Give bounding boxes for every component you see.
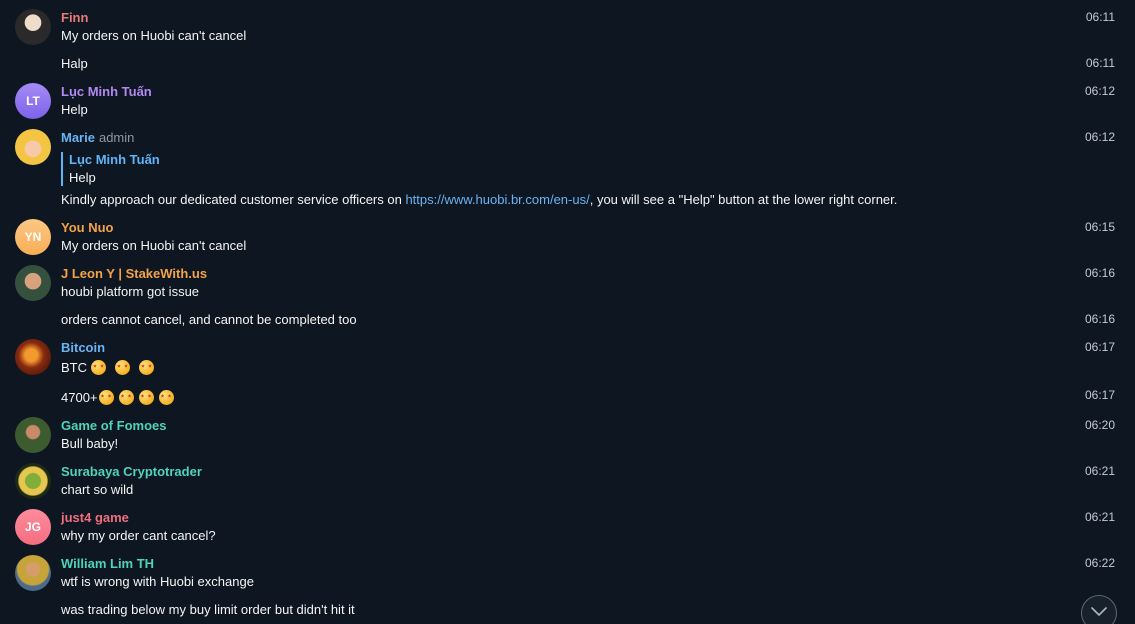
timestamp: 06:21 — [1084, 464, 1115, 478]
timestamp: 06:11 — [1085, 10, 1115, 24]
avatar[interactable] — [15, 265, 51, 301]
message-text: BTC — [61, 360, 154, 376]
avatar[interactable] — [15, 463, 51, 499]
message-text: Kindly approach our dedicated customer s… — [61, 192, 897, 208]
star-struck-emoji-icon — [98, 390, 114, 405]
message-text: 4700+ — [61, 390, 174, 406]
timestamp: 06:12 — [1084, 130, 1115, 144]
message-text: chart so wild — [61, 482, 134, 497]
star-struck-emoji-icon — [139, 360, 154, 375]
star-struck-emoji-icon — [138, 390, 154, 405]
message-text-part: , you will see a "Help" button at the lo… — [589, 192, 898, 207]
timestamp: 06:11 — [1085, 56, 1115, 70]
sender-name[interactable]: just4 game — [61, 510, 129, 526]
timestamp: 06:15 — [1084, 220, 1115, 234]
timestamp: 06:17 — [1084, 340, 1115, 354]
message-text: why my order cant cancel? — [61, 528, 216, 543]
message-text: Help — [61, 102, 88, 117]
message-text: Halp — [61, 56, 88, 71]
avatar[interactable]: YN — [15, 219, 51, 255]
sender-name[interactable]: Bitcoin — [61, 340, 105, 356]
message-text-part: BTC — [61, 360, 87, 375]
chat-history[interactable]: Finn My orders on Huobi can't cancel 06:… — [0, 0, 1135, 624]
sender-name[interactable]: J Leon Y | StakeWith.us — [61, 266, 207, 282]
timestamp: 06:12 — [1084, 84, 1115, 98]
avatar[interactable]: JG — [15, 509, 51, 545]
message-text: Bull baby! — [61, 436, 119, 451]
avatar[interactable] — [15, 339, 51, 375]
admin-badge: admin — [98, 130, 135, 145]
message-text: My orders on Huobi can't cancel — [61, 238, 247, 253]
timestamp: 06:16 — [1084, 266, 1115, 280]
timestamp: 06:21 — [1084, 510, 1115, 524]
avatar[interactable] — [15, 129, 51, 165]
message-text-part: Kindly approach our dedicated customer s… — [61, 192, 406, 207]
message-text: wtf is wrong with Huobi exchange — [61, 574, 254, 589]
message-text-part: 4700+ — [61, 390, 98, 405]
star-struck-emoji-icon — [158, 390, 174, 405]
star-struck-emoji-icon — [91, 360, 106, 375]
sender-name[interactable]: Lục Minh Tuấn — [61, 84, 152, 100]
sender-name[interactable]: You Nuo — [61, 220, 113, 236]
scroll-to-bottom-button[interactable] — [1081, 595, 1117, 624]
star-struck-emoji-icon — [115, 360, 130, 375]
message-text: My orders on Huobi can't cancel — [61, 28, 247, 43]
message-text: houbi platform got issue — [61, 284, 200, 299]
avatar[interactable]: LT — [15, 83, 51, 119]
sender-name[interactable]: Game of Fomoes — [61, 418, 166, 434]
reply-sender: Lục Minh Tuấn — [69, 152, 160, 167]
timestamp: 06:16 — [1084, 312, 1115, 326]
timestamp: 06:20 — [1084, 418, 1115, 432]
timestamp: 06:22 — [1084, 556, 1115, 570]
sender-name[interactable]: William Lim TH — [61, 556, 154, 572]
sender-name-text[interactable]: Marie — [61, 130, 95, 145]
star-struck-emoji-icon — [118, 390, 134, 405]
message-text: orders cannot cancel, and cannot be comp… — [61, 312, 357, 327]
avatar[interactable] — [15, 555, 51, 591]
message-link[interactable]: https://www.huobi.br.com/en-us/ — [405, 192, 589, 207]
chevron-down-icon — [1091, 607, 1107, 616]
reply-text: Help — [69, 170, 96, 185]
avatar[interactable] — [15, 417, 51, 453]
sender-name[interactable]: Finn — [61, 10, 88, 26]
message-text: was trading below my buy limit order but… — [61, 602, 355, 617]
avatar[interactable] — [15, 9, 51, 45]
reply-quote[interactable]: Lục Minh Tuấn Help — [61, 152, 160, 186]
timestamp: 06:17 — [1084, 388, 1115, 402]
sender-name[interactable]: Marie admin — [61, 130, 134, 146]
sender-name[interactable]: Surabaya Cryptotrader — [61, 464, 202, 480]
